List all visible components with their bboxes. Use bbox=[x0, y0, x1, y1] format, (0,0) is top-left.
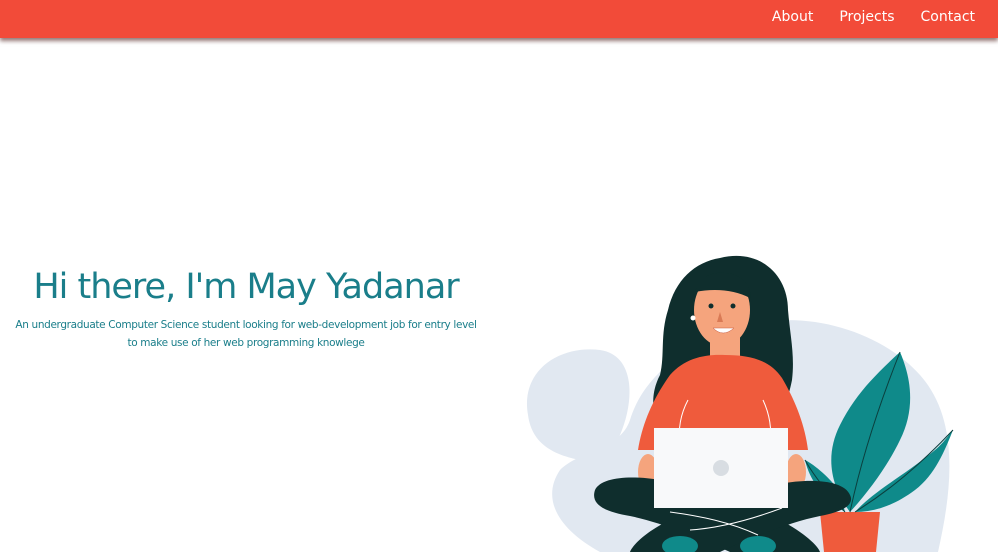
plant-pot-icon bbox=[820, 512, 880, 552]
hero-title: Hi there, I'm May Yadanar bbox=[33, 267, 459, 307]
nav-links: About Projects Contact bbox=[772, 0, 998, 34]
nav-link-contact[interactable]: Contact bbox=[921, 9, 975, 25]
laptop-icon bbox=[654, 428, 788, 508]
hero-subtitle: An undergraduate Computer Science studen… bbox=[15, 319, 477, 349]
nav-link-about[interactable]: About bbox=[772, 9, 813, 25]
woman-with-laptop-illustration bbox=[526, 255, 954, 552]
top-navbar: About Projects Contact bbox=[0, 0, 998, 38]
nav-link-projects[interactable]: Projects bbox=[839, 9, 894, 25]
